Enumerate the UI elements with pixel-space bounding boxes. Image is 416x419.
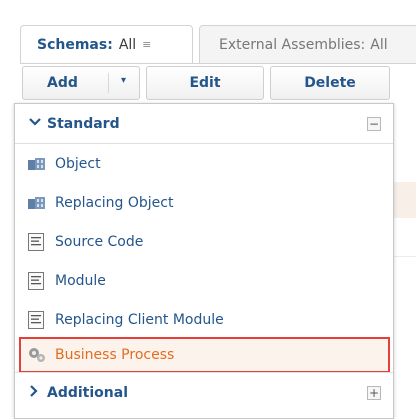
menu-group-additional-label: Additional bbox=[47, 384, 128, 401]
chevron-down-icon[interactable]: ▾ bbox=[121, 75, 126, 86]
edit-button-label: Edit bbox=[189, 75, 221, 91]
chevron-right-icon bbox=[29, 384, 47, 401]
tab-schemas-title: Schemas: bbox=[37, 36, 113, 53]
menu-item-replacing-object[interactable]: Replacing Object bbox=[15, 184, 393, 222]
configuration-panel: Schemas: All ≡ External Assemblies: All … bbox=[0, 0, 416, 419]
add-button-label: Add bbox=[47, 75, 78, 91]
edit-button[interactable]: Edit bbox=[146, 66, 264, 100]
menu-item-label: Object bbox=[55, 156, 101, 172]
menu-item-label: Replacing Client Module bbox=[55, 312, 224, 328]
menu-item-label: Module bbox=[55, 273, 106, 289]
menu-item-business-process[interactable]: Business Process bbox=[19, 337, 390, 373]
chevron-down-icon bbox=[29, 116, 47, 131]
expand-icon[interactable]: + bbox=[367, 386, 381, 400]
delete-button[interactable]: Delete bbox=[270, 66, 390, 100]
object-icon bbox=[27, 194, 47, 212]
document-icon bbox=[27, 272, 47, 290]
menu-group-standard[interactable]: Standard − bbox=[15, 104, 393, 144]
menu-item-object[interactable]: Object bbox=[15, 145, 393, 183]
object-icon bbox=[27, 155, 47, 173]
add-dropdown-menu: Standard − Object Replacing Object Sourc… bbox=[14, 103, 394, 419]
menu-item-replacing-client-module[interactable]: Replacing Client Module bbox=[15, 301, 393, 339]
document-icon bbox=[27, 233, 47, 251]
tab-external-value: All bbox=[370, 36, 388, 53]
menu-group-standard-label: Standard bbox=[47, 115, 120, 132]
add-button-separator bbox=[108, 73, 109, 93]
menu-item-label: Source Code bbox=[55, 234, 144, 250]
filter-icon[interactable]: ≡ bbox=[142, 38, 151, 51]
menu-item-module[interactable]: Module bbox=[15, 262, 393, 300]
delete-button-label: Delete bbox=[304, 75, 356, 91]
menu-item-source-code[interactable]: Source Code bbox=[15, 223, 393, 261]
collapse-icon[interactable]: − bbox=[367, 117, 381, 131]
gears-icon bbox=[27, 346, 47, 364]
tab-external-title: External Assemblies: bbox=[219, 36, 366, 53]
menu-group-additional[interactable]: Additional + bbox=[15, 372, 393, 412]
document-icon bbox=[27, 311, 47, 329]
tab-external-assemblies[interactable]: External Assemblies: All bbox=[199, 25, 416, 63]
tab-schemas[interactable]: Schemas: All ≡ bbox=[20, 25, 193, 63]
filter-tabs: Schemas: All ≡ External Assemblies: All bbox=[20, 25, 416, 63]
tab-schemas-value: All bbox=[118, 36, 137, 53]
add-button[interactable]: Add ▾ bbox=[22, 66, 140, 100]
menu-item-label: Replacing Object bbox=[55, 195, 174, 211]
menu-item-label: Business Process bbox=[55, 347, 175, 363]
